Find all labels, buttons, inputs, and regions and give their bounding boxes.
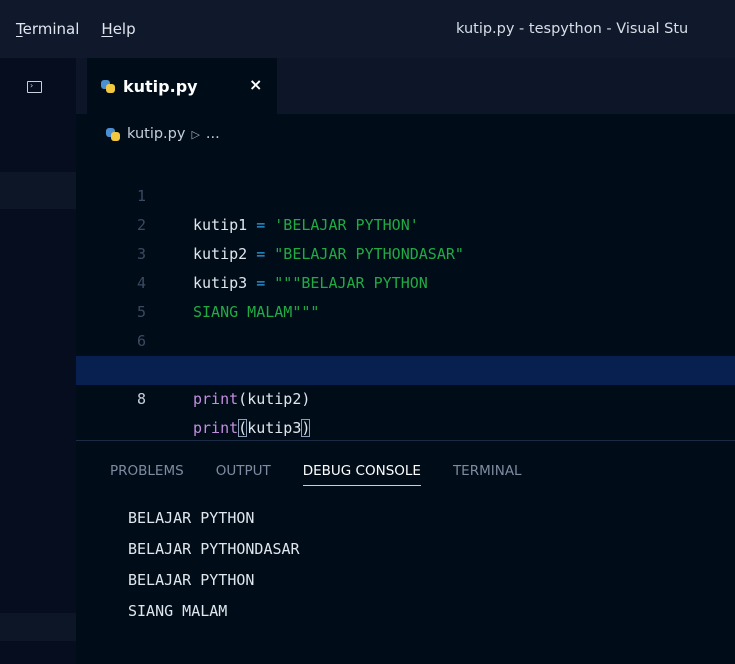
tab-output[interactable]: OUTPUT <box>216 463 271 485</box>
vscode-window: Terminal Help kutip.py - tespython - Vis… <box>0 0 735 664</box>
tab-debug-console[interactable]: DEBUG CONSOLE <box>302 463 421 486</box>
code-line[interactable]: 5 <box>76 269 735 321</box>
menu-terminal[interactable]: Terminal <box>16 20 79 38</box>
sidebar-highlight <box>0 172 76 209</box>
activity-bar: › <box>0 58 76 664</box>
sidebar-highlight-lower <box>0 613 76 641</box>
console-line: BELAJAR PYTHON <box>128 509 255 527</box>
bottom-panel: PROBLEMS OUTPUT DEBUG CONSOLE TERMINAL B… <box>76 440 735 664</box>
line-number: 8 <box>136 390 146 408</box>
code-token: kutip2 <box>247 390 302 408</box>
python-file-icon <box>101 79 115 93</box>
menu-bar: Terminal Help kutip.py - tespython - Vis… <box>0 0 735 59</box>
code-line[interactable]: 7 print(kutip2) <box>76 327 735 408</box>
editor-tab-bar: kutip.py × <box>76 58 735 114</box>
code-line[interactable]: 1 kutip1 = 'BELAJAR PYTHON' <box>76 153 735 234</box>
python-file-icon <box>106 127 120 141</box>
console-line: BELAJAR PYTHON <box>128 571 255 589</box>
bracket-match: ) <box>301 419 311 437</box>
menu-help[interactable]: Help <box>101 20 135 38</box>
terminal-icon[interactable]: › <box>27 81 42 93</box>
code-line[interactable]: 6 print(kutip1) <box>76 298 735 379</box>
code-token: ) <box>301 390 311 408</box>
tab-kutip-py[interactable]: kutip.py × <box>87 58 277 114</box>
code-line[interactable]: 4 SIANG MALAM""" <box>76 240 735 321</box>
debug-console-output[interactable]: BELAJAR PYTHON BELAJAR PYTHONDASAR BELAJ… <box>128 503 300 627</box>
console-line: BELAJAR PYTHONDASAR <box>128 540 300 558</box>
window-title: kutip.py - tespython - Visual Stu <box>456 21 689 37</box>
breadcrumb-symbols[interactable]: ... <box>206 126 220 142</box>
console-line: SIANG MALAM <box>128 602 228 620</box>
code-line-active[interactable]: 8 print(kutip3) <box>76 356 735 437</box>
panel-tab-bar: PROBLEMS OUTPUT DEBUG CONSOLE TERMINAL <box>110 463 554 493</box>
tab-problems[interactable]: PROBLEMS <box>110 463 184 485</box>
tab-label: kutip.py <box>123 76 198 96</box>
code-line[interactable]: 3 kutip3 = """BELAJAR PYTHON <box>76 211 735 292</box>
tab-terminal[interactable]: TERMINAL <box>453 463 522 485</box>
code-token: ( <box>238 390 248 408</box>
breadcrumb-file[interactable]: kutip.py <box>127 126 185 142</box>
code-token: print <box>193 419 239 437</box>
code-line[interactable]: 2 kutip2 = "BELAJAR PYTHONDASAR" <box>76 182 735 263</box>
breadcrumb: kutip.py ▷ ... <box>106 123 220 145</box>
bracket-match: ( <box>238 419 248 437</box>
code-token: kutip3 <box>247 419 302 437</box>
code-editor[interactable]: 1 kutip1 = 'BELAJAR PYTHON' 2 kutip2 = "… <box>76 153 735 437</box>
close-icon[interactable]: × <box>249 75 262 94</box>
code-token: print <box>193 390 239 408</box>
chevron-right-icon: ▷ <box>191 127 200 141</box>
